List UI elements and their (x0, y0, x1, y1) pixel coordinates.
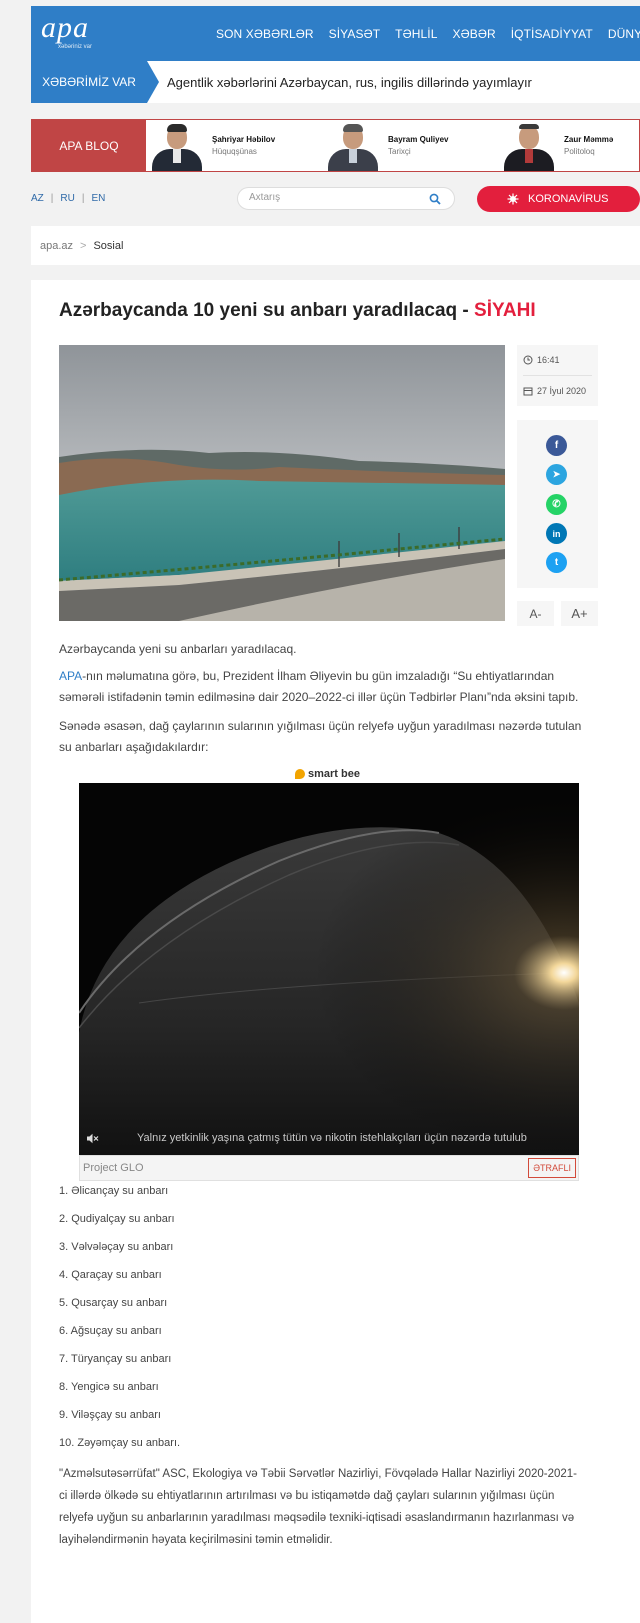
list-item: 6. Ağsuçay su anbarı (59, 1325, 162, 1337)
author-photo (322, 123, 382, 171)
author-role: Hüquqşünas (212, 147, 257, 156)
author-name: Zaur Məmmə (564, 135, 614, 144)
main-nav: SON XƏBƏRLƏR SİYASƏT TƏHLİL XƏBƏR İQTİSA… (216, 6, 640, 61)
list-item: 10. Zəyəmçay su anbarı. (59, 1437, 181, 1449)
clock-icon (523, 355, 533, 365)
telegram-share-icon[interactable]: ➤ (546, 464, 567, 485)
search-input[interactable] (249, 192, 429, 203)
twitter-share-icon[interactable]: t (546, 552, 567, 573)
publish-time-value: 16:41 (537, 355, 560, 365)
linkedin-share-icon[interactable]: in (546, 523, 567, 544)
author-name: Şahriyar Həbilov (212, 135, 276, 144)
search-box (237, 187, 455, 210)
ad-brand: smart bee (295, 768, 360, 780)
paragraph-text: -nın məlumatına görə, bu, Prezident İlha… (59, 669, 579, 704)
lang-en[interactable]: EN (91, 193, 105, 204)
ticker-text[interactable]: Agentlik xəbərlərini Azərbaycan, rus, in… (167, 61, 532, 103)
news-ticker: XƏBƏRİMİZ VAR Agentlik xəbərlərini Azərb… (31, 61, 640, 103)
nav-item-world[interactable]: DÜNYA (608, 27, 640, 41)
publish-date-value: 27 İyul 2020 (537, 386, 587, 396)
article-photo (59, 345, 505, 621)
font-decrease-button[interactable]: A- (517, 601, 554, 626)
coronavirus-label: KORONAVİRUS (528, 193, 609, 205)
nav-item-latest-news[interactable]: SON XƏBƏRLƏR (216, 27, 314, 41)
author-role: Tarixçi (388, 147, 411, 156)
search-icon[interactable] (429, 193, 441, 205)
ad-advertiser[interactable]: Project GLO (83, 1162, 144, 1174)
mute-icon[interactable] (86, 1132, 99, 1145)
article-title-main: Azərbaycanda 10 yeni su anbarı yaradılac… (59, 300, 475, 321)
article-meta: 16:41 27 İyul 2020 (517, 345, 598, 406)
publish-time: 16:41 (523, 355, 560, 365)
lang-separator: | (50, 193, 54, 204)
blog-label[interactable]: APA BLOQ (32, 120, 146, 171)
source-link[interactable]: APA (59, 669, 82, 683)
ticker-arrow (147, 61, 159, 103)
breadcrumb: apa.az > Sosial (31, 226, 640, 265)
list-item: 8. Yengicə su anbarı (59, 1381, 159, 1393)
ticker-label: XƏBƏRİMİZ VAR (31, 61, 147, 103)
author-name: Bayram Quliyev (388, 135, 449, 144)
article-title-highlight: SİYAHI (474, 300, 536, 321)
article-title: Azərbaycanda 10 yeni su anbarı yaradılac… (59, 300, 536, 322)
logo-tagline: xəbəriniz var (58, 44, 93, 50)
nav-item-economy[interactable]: İQTİSADİYYAT (511, 27, 593, 41)
publish-date: 27 İyul 2020 (523, 386, 586, 396)
site-header: apa xəbəriniz var SON XƏBƏRLƏR SİYASƏT T… (31, 6, 640, 61)
author-photo (146, 123, 206, 171)
chevron-right-icon: > (80, 239, 87, 252)
article: Azərbaycanda 10 yeni su anbarı yaradılac… (31, 280, 640, 1623)
bee-logo-icon (295, 769, 305, 779)
lang-ru[interactable]: RU (60, 193, 74, 204)
article-paragraph: Azərbaycanda yeni su anbarları yaradılac… (59, 642, 297, 656)
lang-separator: | (81, 193, 85, 204)
nav-item-analysis[interactable]: TƏHLİL (395, 27, 437, 41)
list-item: 3. Vəlvələçay su anbarı (59, 1241, 174, 1253)
article-paragraph: APA-nın məlumatına görə, bu, Prezident İ… (59, 666, 584, 708)
font-increase-button[interactable]: A+ (561, 601, 598, 626)
breadcrumb-home[interactable]: apa.az (40, 240, 73, 252)
coronavirus-button[interactable]: KORONAVİRUS (477, 186, 640, 212)
virus-icon (507, 193, 519, 205)
author-photo (498, 123, 558, 171)
article-paragraph: Sənədə əsasən, dağ çaylarının sularının … (59, 719, 582, 754)
language-switcher: AZ | RU | EN (31, 193, 105, 204)
ad-disclaimer: Yalnız yetkinlik yaşına çatmış tütün və … (137, 1132, 527, 1144)
nav-item-politics[interactable]: SİYASƏT (329, 27, 381, 41)
article-paragraph: "Azməlsutəsərrüfat" ASC, Ekologiya və Tə… (59, 1468, 577, 1546)
list-item: 5. Qusarçay su anbarı (59, 1297, 168, 1309)
ad-footer: Project GLO ƏTRAFLI (79, 1155, 579, 1181)
blog-strip: APA BLOQ Şahriyar Həbilov Hüquqşünas Bay… (31, 119, 640, 172)
ad-brand-name: smart bee (308, 768, 360, 780)
video-ad[interactable]: Yalnız yetkinlik yaşına çatmış tütün və … (79, 783, 579, 1155)
share-panel: f ➤ ✆ in t (517, 420, 598, 588)
list-item: 4. Qaraçay su anbarı (59, 1269, 162, 1281)
list-item: 9. Viləşçay su anbarı (59, 1409, 161, 1421)
breadcrumb-current[interactable]: Sosial (93, 240, 123, 252)
facebook-share-icon[interactable]: f (546, 435, 567, 456)
list-item: 7. Türyançay su anbarı (59, 1353, 172, 1365)
nav-item-news[interactable]: XƏBƏR (452, 27, 495, 41)
lang-az[interactable]: AZ (31, 193, 44, 204)
whatsapp-share-icon[interactable]: ✆ (546, 494, 567, 515)
calendar-icon (523, 387, 533, 396)
site-logo[interactable]: apa (41, 13, 89, 43)
ad-more-button[interactable]: ƏTRAFLI (528, 1158, 576, 1178)
list-item: 2. Qudiyalçay su anbarı (59, 1213, 175, 1225)
list-item: 1. Əlicançay su anbarı (59, 1185, 169, 1197)
author-role: Politoloq (564, 147, 595, 156)
